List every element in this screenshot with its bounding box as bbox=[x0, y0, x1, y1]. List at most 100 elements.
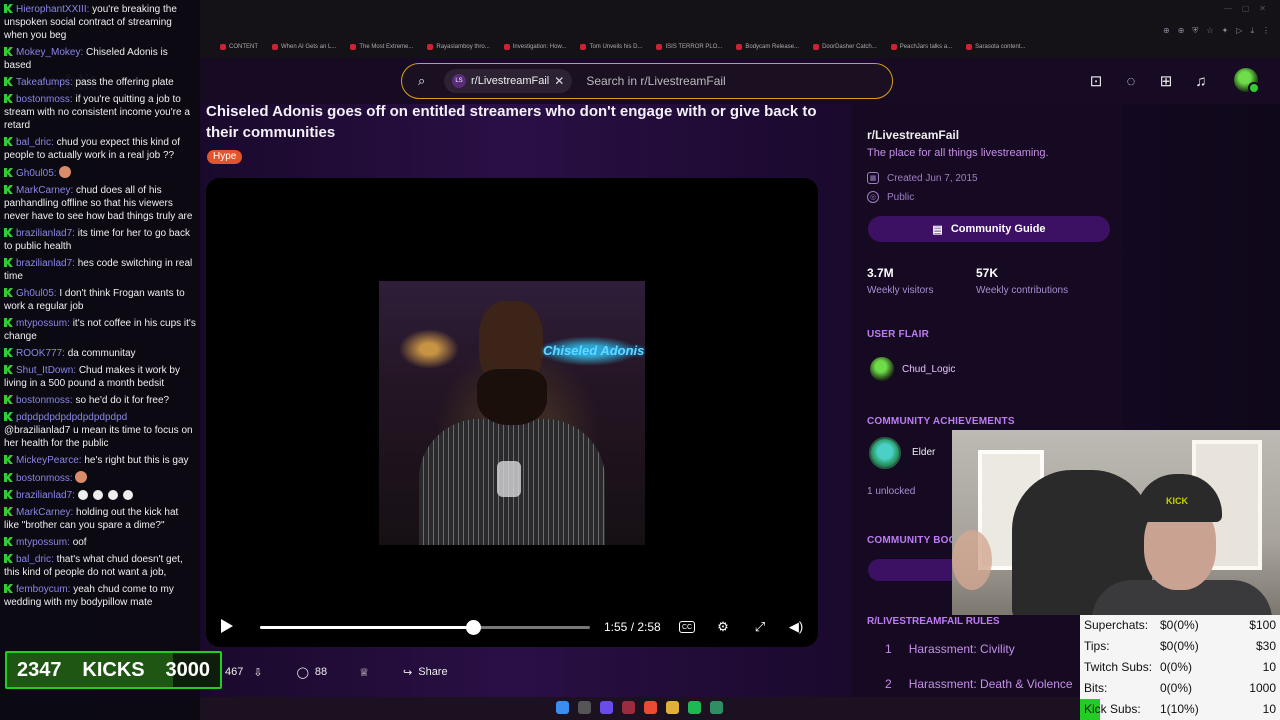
chat-username[interactable]: bostonmoss: bbox=[16, 94, 73, 105]
user-avatar[interactable] bbox=[1234, 68, 1260, 94]
kick-badge-icon bbox=[4, 554, 13, 563]
bookmark-item[interactable]: The Most Extreme... bbox=[350, 40, 413, 54]
chat-username[interactable]: Gh0ul05: bbox=[16, 168, 57, 179]
subreddit-chip[interactable]: LS r/LivestreamFail ✕ bbox=[444, 69, 573, 93]
chat-username[interactable]: pdpdpdpdpdpdpdpdpdpd bbox=[16, 412, 127, 423]
shield-icon[interactable]: ⛨ bbox=[1192, 26, 1198, 36]
chat-username[interactable]: Shut_ItDown: bbox=[16, 365, 76, 376]
chat-username[interactable]: brazilianlad7: bbox=[16, 228, 75, 239]
discord-icon[interactable] bbox=[600, 701, 613, 714]
goal-label: Bits: bbox=[1084, 681, 1108, 695]
bookmark-item[interactable]: Tom Unveils his D... bbox=[580, 40, 642, 54]
post-title[interactable]: Chiseled Adonis goes off on entitled str… bbox=[206, 101, 826, 143]
notifications-bell-icon[interactable]: ♫ bbox=[1191, 71, 1211, 91]
chat-username[interactable]: bal_dric: bbox=[16, 554, 54, 565]
achievements-unlocked[interactable]: 1 unlocked bbox=[867, 486, 915, 497]
visibility: ◎ Public bbox=[867, 191, 914, 203]
remove-chip-icon[interactable]: ✕ bbox=[554, 74, 564, 88]
close-window-icon[interactable]: ✕ bbox=[1259, 4, 1266, 13]
minimize-icon[interactable]: — bbox=[1224, 4, 1232, 13]
flair-avatar bbox=[870, 357, 894, 381]
window-controls[interactable]: — ▢ ✕ bbox=[1224, 4, 1266, 13]
chat-username[interactable]: femboycum: bbox=[16, 584, 70, 595]
chat-username[interactable]: Mokey_Mokey: bbox=[16, 47, 83, 58]
rule-item[interactable]: 1 Harassment: Civility bbox=[885, 642, 1015, 656]
bookmark-item[interactable]: PeachJars talks a... bbox=[890, 40, 952, 54]
user-flair-name[interactable]: Chud_Logic bbox=[902, 364, 955, 375]
chat-username[interactable]: Takeafumps: bbox=[16, 77, 73, 88]
chat-username[interactable]: bostonmoss: bbox=[16, 473, 73, 484]
start-icon[interactable] bbox=[556, 701, 569, 714]
post-flair[interactable]: Hype bbox=[207, 150, 243, 164]
video-player[interactable]: Chiseled Adonis 1:55 / 2:58 CC ⚙ ⤢ ◀) bbox=[206, 178, 818, 647]
bookmark-item[interactable]: DoorDasher Catch... bbox=[813, 40, 877, 54]
folder-icon[interactable] bbox=[666, 701, 679, 714]
chat-message: brazilianlad7: its time for her to go ba… bbox=[4, 227, 196, 253]
chat-message: pdpdpdpdpdpdpdpdpdpd @brazilianlad7 u me… bbox=[4, 411, 196, 450]
comments-button[interactable]: ◯ 88 bbox=[297, 659, 328, 685]
bookmarks-heading: COMMUNITY BOO bbox=[867, 535, 957, 546]
menu-dots-icon[interactable]: ⋮ bbox=[1262, 26, 1270, 36]
play-ext-icon[interactable]: ▷ bbox=[1236, 26, 1242, 36]
chat-username[interactable]: mtypossum: bbox=[16, 318, 70, 329]
maximize-icon[interactable]: ▢ bbox=[1242, 4, 1250, 13]
rule-text: Harassment: Civility bbox=[908, 642, 1015, 656]
bookmark-star-icon[interactable]: ☆ bbox=[1206, 26, 1213, 36]
bookmarks-bar: CONTENT When AI Gets an L... The Most Extr… bbox=[200, 40, 1080, 54]
create-post-icon[interactable]: ⊞ bbox=[1156, 71, 1176, 91]
elder-badge-icon[interactable] bbox=[869, 437, 901, 469]
bookmark-item[interactable]: When AI Gets an L... bbox=[272, 40, 336, 54]
globe-icon: ◎ bbox=[867, 191, 879, 203]
chat-username[interactable]: MickeyPearce: bbox=[16, 455, 82, 466]
app-icon[interactable] bbox=[622, 701, 635, 714]
rule-item[interactable]: 2 Harassment: Death & Violence bbox=[885, 677, 1073, 691]
bookmark-item[interactable]: Rayaslamboy thro... bbox=[427, 40, 490, 54]
chat-message: Takeafumps: pass the offering plate bbox=[4, 76, 196, 89]
goal-value: 0(0%) bbox=[1160, 660, 1193, 674]
weekly-contributions-label: Weekly contributions bbox=[976, 285, 1069, 296]
chrome-icon[interactable] bbox=[644, 701, 657, 714]
advertise-icon[interactable]: ⊡ bbox=[1086, 71, 1106, 91]
sidebar-subreddit-name[interactable]: r/LivestreamFail bbox=[867, 128, 959, 142]
share-button[interactable]: ↪ Share bbox=[403, 659, 448, 685]
downvote-icon[interactable]: ⇩ bbox=[253, 666, 262, 679]
chat-username[interactable]: ROOK777: bbox=[16, 348, 65, 359]
fullscreen-icon[interactable]: ⤢ bbox=[750, 617, 770, 637]
chat-username[interactable]: bostonmoss: bbox=[16, 395, 73, 406]
chat-username[interactable]: mtypossum: bbox=[16, 537, 70, 548]
video-frame[interactable]: Chiseled Adonis bbox=[379, 281, 645, 545]
spotify-icon[interactable] bbox=[688, 701, 701, 714]
chat-username[interactable]: MarkCarney: bbox=[16, 507, 73, 518]
bookmark-item[interactable]: CONTENT bbox=[220, 40, 258, 54]
app-icon[interactable] bbox=[710, 701, 723, 714]
search-input[interactable] bbox=[586, 74, 867, 88]
bookmark-item[interactable]: ISIS TERROR PLO... bbox=[656, 40, 722, 54]
time-total: 2:58 bbox=[637, 620, 661, 634]
chat-emote-icon bbox=[59, 166, 72, 178]
chat-username[interactable]: HierophantXXIII: bbox=[16, 4, 89, 15]
captions-icon[interactable]: CC bbox=[679, 621, 695, 633]
award-button[interactable]: ♕ bbox=[359, 659, 369, 685]
play-button[interactable] bbox=[221, 619, 233, 633]
chat-username[interactable]: Gh0ul05: bbox=[16, 288, 57, 299]
bookmark-item[interactable]: Sarasota content... bbox=[966, 40, 1026, 54]
settings-gear-icon[interactable]: ⚙ bbox=[713, 617, 733, 637]
search-bar[interactable]: ⌕ LS r/LivestreamFail ✕ bbox=[401, 63, 893, 99]
bookmark-favicon-icon bbox=[736, 44, 743, 50]
chat-username[interactable]: bal_dric: bbox=[16, 137, 54, 148]
community-guide-button[interactable]: ▤ Community Guide bbox=[868, 216, 1110, 242]
zoom-icon[interactable]: ⊕ bbox=[1163, 26, 1170, 36]
chat-icon[interactable]: ◌ bbox=[1121, 71, 1141, 91]
download-icon[interactable]: ⤓ bbox=[1250, 26, 1254, 36]
extension-icon[interactable]: ⊕ bbox=[1178, 26, 1185, 36]
seek-bar[interactable] bbox=[260, 620, 590, 635]
bookmark-item[interactable]: Bodycam Release... bbox=[736, 40, 799, 54]
chat-username[interactable]: brazilianlad7: bbox=[16, 490, 75, 501]
seek-knob[interactable] bbox=[466, 620, 482, 635]
search-taskbar-icon[interactable] bbox=[578, 701, 591, 714]
bookmark-item[interactable]: Investigation: How... bbox=[503, 40, 566, 54]
chat-username[interactable]: brazilianlad7: bbox=[16, 258, 75, 269]
chat-username[interactable]: MarkCarney: bbox=[16, 185, 73, 196]
extensions-puzzle-icon[interactable]: ✦ bbox=[1222, 26, 1229, 36]
volume-icon[interactable]: ◀) bbox=[786, 617, 806, 637]
